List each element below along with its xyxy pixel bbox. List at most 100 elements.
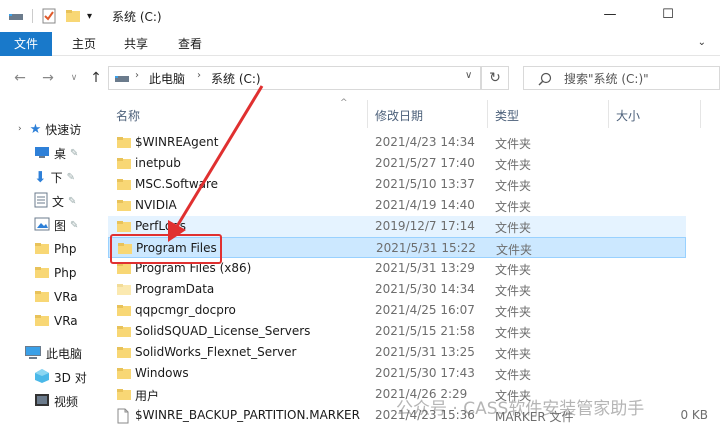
breadcrumb-drive-c[interactable]: 系统 (C:) bbox=[211, 70, 261, 87]
nav-desktop[interactable]: 桌 ✎ bbox=[0, 141, 108, 165]
nav-label: 文 bbox=[52, 194, 65, 209]
folder-icon bbox=[34, 241, 50, 258]
star-icon: ★ bbox=[29, 121, 42, 137]
tab-view[interactable]: 查看 bbox=[164, 32, 216, 56]
pin-icon: ✎ bbox=[70, 219, 79, 231]
file-row[interactable]: inetpub 2021/5/27 17:40 文件夹 bbox=[108, 153, 686, 174]
column-header: ^ 名称 修改日期 类型 大小 bbox=[108, 98, 720, 128]
nav-label: 快速访 bbox=[45, 122, 82, 137]
minimize-button[interactable]: — bbox=[596, 4, 624, 26]
file-row[interactable]: qqpcmgr_docpro 2021/4/25 16:07 文件夹 bbox=[108, 300, 686, 321]
nav-folder-php-2[interactable]: Php bbox=[0, 261, 108, 285]
ribbon-expand-icon[interactable]: ⌄ bbox=[698, 37, 706, 48]
folder-icon bbox=[116, 156, 132, 170]
file-row[interactable]: Windows 2021/5/30 17:43 文件夹 bbox=[108, 363, 686, 384]
nav-label: 此电脑 bbox=[46, 346, 83, 361]
tab-home[interactable]: 主页 bbox=[58, 32, 110, 56]
recent-locations-icon[interactable]: ∨ bbox=[66, 70, 82, 86]
file-name: ProgramData bbox=[135, 282, 215, 296]
pin-icon: ✎ bbox=[70, 147, 79, 159]
file-icon bbox=[116, 408, 132, 424]
nav-videos[interactable]: 视频 bbox=[0, 389, 108, 413]
nav-3d-objects[interactable]: 3D 对 bbox=[0, 365, 108, 389]
nav-folder-php-1[interactable]: Php bbox=[0, 237, 108, 261]
file-date: 2021/5/30 17:43 bbox=[375, 366, 475, 380]
properties-icon[interactable] bbox=[41, 8, 57, 24]
address-row: ← → ∨ ↑ › 此电脑 › 系统 (C:) ∨ ↻ 搜索"系统 (C:)" bbox=[0, 56, 720, 100]
file-type: 文件夹 bbox=[496, 243, 533, 257]
refresh-button[interactable]: ↻ bbox=[481, 66, 509, 90]
address-bar[interactable]: › 此电脑 › 系统 (C:) ∨ bbox=[108, 66, 481, 90]
highlight-box bbox=[110, 234, 222, 264]
breadcrumb-chevron-icon: › bbox=[135, 70, 139, 81]
nav-downloads[interactable]: ⬇ 下 ✎ bbox=[0, 165, 108, 189]
watermark: 公众号 · CASS软件安装管家助手 bbox=[396, 394, 644, 419]
maximize-button[interactable]: ☐ bbox=[654, 4, 682, 26]
nav-label: 下 bbox=[50, 170, 63, 185]
column-type[interactable]: 类型 bbox=[495, 107, 519, 124]
address-dropdown-icon[interactable]: ∨ bbox=[465, 70, 472, 81]
file-date: 2021/5/27 17:40 bbox=[375, 156, 475, 170]
nav-label: VRa bbox=[54, 314, 78, 328]
file-row[interactable]: NVIDIA 2021/4/19 14:40 文件夹 bbox=[108, 195, 686, 216]
qa-dropdown-icon[interactable]: ▾ bbox=[87, 11, 92, 22]
file-type: 文件夹 bbox=[495, 305, 532, 319]
ribbon-tabs: 文件 主页 共享 查看 ⌄ bbox=[0, 32, 720, 56]
breadcrumb-this-pc[interactable]: 此电脑 bbox=[149, 70, 185, 87]
tab-file[interactable]: 文件 bbox=[0, 32, 53, 56]
picture-icon bbox=[34, 217, 50, 234]
nav-label: Php bbox=[54, 242, 77, 256]
column-name[interactable]: 名称 bbox=[116, 107, 140, 124]
column-divider[interactable] bbox=[700, 100, 701, 128]
back-arrow-icon[interactable]: ← bbox=[12, 70, 28, 86]
file-list: $WINREAgent 2021/4/23 14:34 文件夹 inetpub 2021… bbox=[108, 132, 708, 436]
nav-label: Php bbox=[54, 266, 77, 280]
file-row[interactable]: SolidSQUAD_License_Servers 2021/5/15 21:5… bbox=[108, 321, 686, 342]
column-size[interactable]: 大小 bbox=[616, 107, 640, 124]
column-divider[interactable] bbox=[367, 100, 368, 128]
forward-arrow-icon[interactable]: → bbox=[40, 70, 56, 86]
folder-icon bbox=[116, 303, 132, 317]
new-folder-icon[interactable] bbox=[65, 8, 81, 24]
file-date: 2021/5/31 13:25 bbox=[375, 345, 475, 359]
search-icon bbox=[538, 72, 552, 86]
file-name: SolidSQUAD_License_Servers bbox=[135, 324, 311, 338]
column-date[interactable]: 修改日期 bbox=[375, 107, 423, 124]
up-arrow-icon[interactable]: ↑ bbox=[88, 70, 104, 86]
folder-icon bbox=[116, 345, 132, 359]
window-title: 系统 (C:) bbox=[112, 10, 162, 24]
file-type: 文件夹 bbox=[495, 284, 532, 298]
file-date: 2021/5/10 13:37 bbox=[375, 177, 475, 191]
file-row[interactable]: MSC.Software 2021/5/10 13:37 文件夹 bbox=[108, 174, 686, 195]
watermark-text: 公众号 · CASS软件安装管家助手 bbox=[396, 399, 645, 419]
file-row[interactable]: ProgramData 2021/5/30 14:34 文件夹 bbox=[108, 279, 686, 300]
nav-label: 桌 bbox=[54, 146, 67, 161]
column-divider[interactable] bbox=[487, 100, 488, 128]
file-date: 2021/5/30 14:34 bbox=[375, 282, 475, 296]
folder-icon bbox=[116, 135, 132, 149]
search-input[interactable]: 搜索"系统 (C:)" bbox=[564, 70, 649, 87]
file-date: 2021/5/15 21:58 bbox=[375, 324, 475, 338]
file-row[interactable]: SolidWorks_Flexnet_Server 2021/5/31 13:25… bbox=[108, 342, 686, 363]
nav-label: 图 bbox=[54, 218, 67, 233]
nav-quick-access[interactable]: › ★ 快速访 bbox=[0, 117, 108, 141]
nav-documents[interactable]: 文 ✎ bbox=[0, 189, 108, 213]
folder-icon bbox=[34, 289, 50, 306]
search-box[interactable]: 搜索"系统 (C:)" bbox=[523, 66, 720, 90]
nav-folder-vra-1[interactable]: VRa bbox=[0, 285, 108, 309]
drive-icon[interactable] bbox=[8, 9, 24, 23]
folder-icon bbox=[34, 265, 50, 282]
file-type: 文件夹 bbox=[495, 326, 532, 340]
column-divider[interactable] bbox=[608, 100, 609, 128]
file-row[interactable]: $WINREAgent 2021/4/23 14:34 文件夹 bbox=[108, 132, 686, 153]
nav-folder-vra-2[interactable]: VRa bbox=[0, 309, 108, 333]
tab-share[interactable]: 共享 bbox=[110, 32, 162, 56]
pin-icon: ✎ bbox=[68, 195, 77, 207]
nav-label: 视频 bbox=[54, 394, 79, 409]
file-date: 2021/4/19 14:40 bbox=[375, 198, 475, 212]
navigation-pane: › ★ 快速访 桌 ✎ ⬇ 下 ✎ 文 ✎ 图 ✎ Php Php VRa VR… bbox=[0, 100, 108, 436]
nav-this-pc[interactable]: 此电脑 bbox=[0, 341, 108, 365]
file-type: 文件夹 bbox=[495, 158, 532, 172]
nav-pictures[interactable]: 图 ✎ bbox=[0, 213, 108, 237]
folder-icon bbox=[116, 198, 132, 212]
